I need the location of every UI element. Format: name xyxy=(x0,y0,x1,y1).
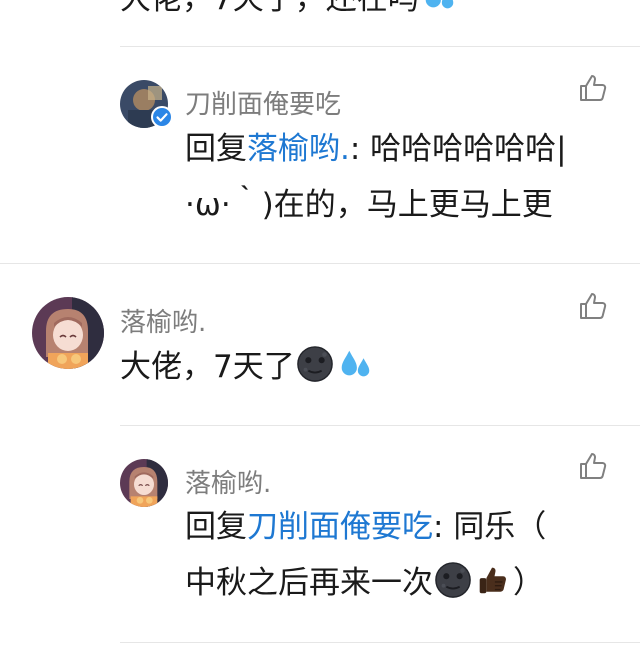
comment-text: 大佬，7天了 xyxy=(120,336,375,398)
comment-author[interactable]: 落榆哟. xyxy=(185,463,271,500)
reply-divider xyxy=(120,642,640,643)
comment-author[interactable]: 落榆哟. xyxy=(120,302,206,339)
avatar[interactable] xyxy=(32,297,104,369)
new-moon-face-emoji xyxy=(296,345,334,383)
sweat-droplets-emoji xyxy=(420,0,458,15)
comment-divider xyxy=(0,263,640,264)
comment-text-line: 中秋之后再来一次） xyxy=(185,552,544,614)
verified-badge-icon xyxy=(151,106,173,128)
mention-link[interactable]: 落榆哟. xyxy=(247,131,350,167)
sweat-droplets-emoji xyxy=(336,345,374,383)
previous-comment-text: 大佬，7天了，还在吗 xyxy=(120,0,459,30)
thumbs-up-outline-icon[interactable] xyxy=(577,72,609,104)
new-moon-face-emoji xyxy=(434,561,472,599)
thumbs-up-outline-icon[interactable] xyxy=(577,450,609,482)
reply-divider xyxy=(120,46,640,47)
comment-text-line: ·ω·｀)在的，马上更马上更 xyxy=(185,187,553,223)
mention-link[interactable]: 刀削面俺要吃 xyxy=(247,509,433,545)
thumbs-up-dark-emoji xyxy=(474,561,512,599)
thumbs-up-outline-icon[interactable] xyxy=(577,290,609,322)
comment-author[interactable]: 刀削面俺要吃 xyxy=(185,84,341,121)
reply-divider xyxy=(120,425,640,426)
avatar[interactable] xyxy=(120,459,168,507)
comment-text: 回复落榆哟.: 哈哈哈哈哈哈| xyxy=(185,131,567,167)
comment-text: 回复刀削面俺要吃: 同乐（ xyxy=(185,509,547,545)
